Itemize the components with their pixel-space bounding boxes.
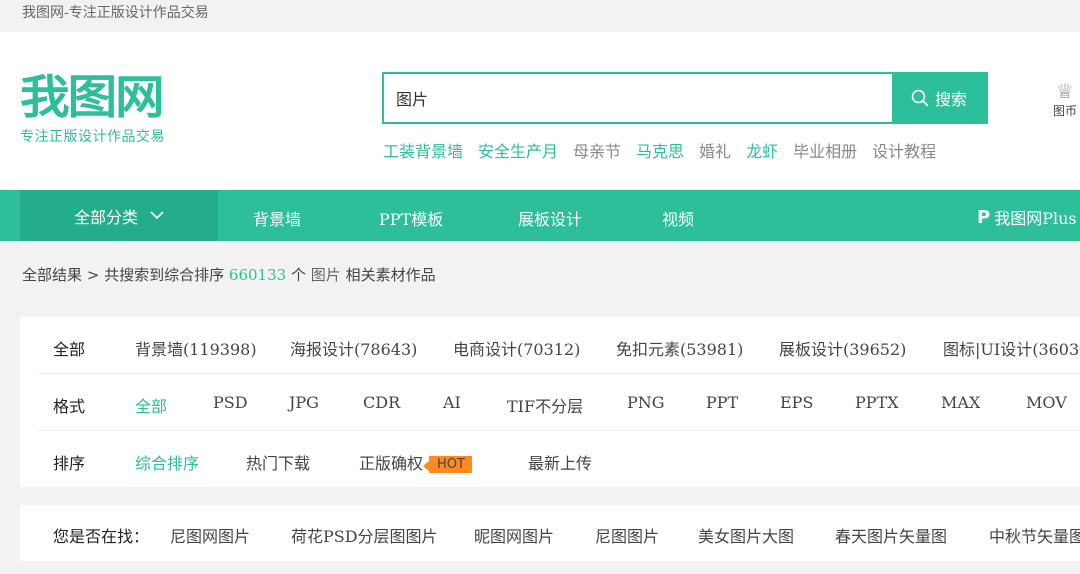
format-option[interactable]: PSD [213,393,248,412]
header: 我图网 专注正版设计作品交易 搜索 工装背景墙 安全生产月 母亲节 马克思 婚礼… [0,32,1080,190]
filter-label: 格式 [53,397,86,416]
search-box: 搜索 [382,72,988,124]
hotwords: 工装背景墙 安全生产月 母亲节 马克思 婚礼 龙虾 毕业相册 设计教程 [383,138,951,162]
result-count: 660133 [228,266,287,284]
filter-row-category: 全部 背景墙(119398) 海报设计(78643) 电商设计(70312) 免… [38,317,1080,374]
result-suffix: 相关素材作品 [345,266,436,284]
suggest-link[interactable]: 荷花PSD分层图图片 [291,523,438,547]
breadcrumb-root[interactable]: 全部结果 > [22,266,99,284]
filter-label: 排序 [53,454,86,473]
suggest-link[interactable]: 昵图网图片 [474,523,554,547]
hotword-link[interactable]: 马克思 [636,138,684,162]
suggest-link[interactable]: 尼图图片 [595,523,659,547]
filter-option[interactable]: 背景墙(119398) [135,336,257,360]
sort-option[interactable]: 最新上传 [528,450,592,474]
format-option[interactable]: PPT [706,393,738,412]
suggest-link[interactable]: 中秋节矢量图 [989,523,1080,547]
sort-option-label: 正版确权 [359,454,424,473]
logo-tagline: 专注正版设计作品交易 [20,129,165,145]
suggest-label: 您是否在找： [53,527,150,546]
nav-item-ppt[interactable]: PPT模板 [379,206,443,230]
search-button-label: 搜索 [934,90,967,109]
coin-link[interactable]: ♕ 图币 [1050,80,1080,119]
hotword-link[interactable]: 工装背景墙 [383,138,463,162]
plus-link[interactable]: P 我图网Plus [977,205,1077,229]
nav-item-background-wall[interactable]: 背景墙 [253,206,301,230]
format-option-active[interactable]: 全部 [135,393,167,417]
suggest-link[interactable]: 尼图网图片 [170,523,250,547]
filter-option[interactable]: 海报设计(78643) [290,336,417,360]
search-button[interactable]: 搜索 [892,74,986,122]
main-nav: 全部分类 背景墙 PPT模板 展板设计 视频 P 我图网Plus [0,190,1080,241]
filter-option[interactable]: 电商设计(70312) [453,336,580,360]
filter-row-sort: 排序 综合排序 热门下载 正版确权 HOT 最新上传 [38,431,1080,488]
nav-item-video[interactable]: 视频 [662,206,694,230]
format-option[interactable]: JPG [289,393,319,412]
coin-icon: ♕ [1056,80,1074,103]
breadcrumb: 全部结果 > 共搜索到综合排序 660133 个 图片 相关素材作品 [22,264,436,285]
suggest-link[interactable]: 春天图片矢量图 [835,523,947,547]
filter-label[interactable]: 全部 [53,336,85,360]
filter-row-format: 格式 全部 PSD JPG CDR AI TIF不分层 PNG PPT EPS … [38,374,1080,431]
suggestion-bar: 您是否在找： 尼图网图片 荷花PSD分层图图片 昵图网图片 尼图图片 美女图片大… [20,505,1080,561]
nav-item-display-board[interactable]: 展板设计 [518,206,582,230]
filter-option[interactable]: 图标|UI设计(36036) [943,336,1080,360]
all-categories-label: 全部分类 [73,207,138,227]
hotword-link[interactable]: 母亲节 [573,138,621,162]
search-input[interactable] [384,74,892,122]
result-keyword: 图片 [310,266,341,284]
hot-badge: HOT [423,456,472,473]
format-option[interactable]: TIF不分层 [507,393,583,417]
filter-option[interactable]: 免扣元素(53981) [616,336,743,360]
suggest-link[interactable]: 美女图片大图 [698,523,794,547]
coin-label: 图币 [1052,104,1077,118]
hotword-link[interactable]: 毕业相册 [793,138,857,162]
sort-option-copyright[interactable]: 正版确权 HOT [359,450,472,474]
hotword-link[interactable]: 设计教程 [872,138,936,162]
hotword-link[interactable]: 龙虾 [746,138,778,162]
chevron-down-icon [150,211,164,220]
format-option[interactable]: PPTX [855,393,899,412]
filter-panel: 全部 背景墙(119398) 海报设计(78643) 电商设计(70312) 免… [20,317,1080,487]
hotword-link[interactable]: 婚礼 [699,138,731,162]
format-option[interactable]: AI [443,393,461,412]
result-unit: 个 [290,266,306,284]
format-option[interactable]: PNG [627,393,665,412]
filter-option[interactable]: 展板设计(39652) [779,336,906,360]
hotword-link[interactable]: 安全生产月 [478,138,558,162]
plus-logo-icon: P [977,206,991,228]
format-option[interactable]: MOV [1026,393,1067,412]
logo[interactable]: 我图网 专注正版设计作品交易 [20,72,200,146]
format-option[interactable]: MAX [941,393,980,412]
format-option[interactable]: CDR [363,393,400,412]
search-icon [911,89,929,107]
sort-option[interactable]: 热门下载 [246,450,310,474]
window-title: 我图网-专注正版设计作品交易 [0,0,1080,32]
logo-mark: 我图网 [20,70,165,124]
plus-label: 我图网Plus [994,209,1077,228]
breadcrumb-prefix: 共搜索到综合排序 [104,266,225,284]
format-option[interactable]: EPS [780,393,813,412]
sort-option-active[interactable]: 综合排序 [135,450,199,474]
all-categories-button[interactable]: 全部分类 [20,190,218,241]
